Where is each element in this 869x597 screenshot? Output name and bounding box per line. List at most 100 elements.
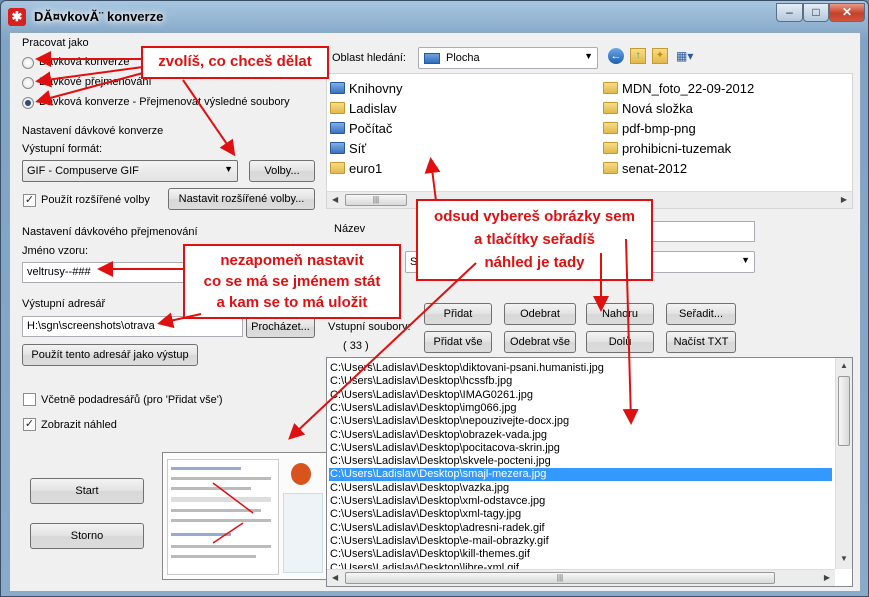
dropdown-arrow-icon: ▼: [741, 255, 750, 265]
lookin-select[interactable]: Plocha ▼: [418, 47, 598, 69]
window-title: DĂ¤vkovĂ¨ konverze: [34, 9, 164, 24]
source-file-row[interactable]: C:\Users\Ladislav\Desktop\skvele-pocteni…: [329, 455, 832, 468]
network-icon: [330, 142, 345, 154]
scroll-left-icon[interactable]: ◀: [332, 573, 338, 582]
browser-item-label: senat-2012: [622, 161, 688, 176]
source-file-row[interactable]: C:\Users\Ladislav\Desktop\xml-odstavce.j…: [329, 495, 832, 508]
load-txt-button[interactable]: Načíst TXT: [666, 331, 736, 353]
minimize-button[interactable]: –: [776, 3, 803, 22]
filename-input[interactable]: [645, 221, 755, 242]
output-dir-label: Výstupní adresář: [22, 298, 106, 310]
cancel-button[interactable]: Storno: [30, 523, 144, 549]
browser-item[interactable]: Nová složka: [603, 100, 693, 118]
lookin-label: Oblast hledání:: [332, 52, 406, 64]
source-file-row[interactable]: C:\Users\Ladislav\Desktop\diktovani-psan…: [329, 362, 832, 375]
source-file-row[interactable]: C:\Users\Ladislav\Desktop\adresni-radek.…: [329, 522, 832, 535]
annotation-line: náhled je tady: [484, 254, 585, 271]
browser-item[interactable]: MDN_foto_22-09-2012: [603, 80, 754, 98]
format-select-value: GIF - Compuserve GIF: [27, 165, 139, 177]
browse-button[interactable]: Procházet...: [246, 316, 315, 338]
preview-checkbox[interactable]: ✓: [23, 418, 36, 431]
source-file-row[interactable]: C:\Users\Ladislav\Desktop\pocitacova-skr…: [329, 442, 832, 455]
title-bar[interactable]: ✱ DĂ¤vkovĂ¨ konverze – □ ✕: [1, 1, 868, 33]
format-options-button[interactable]: Volby...: [249, 160, 315, 182]
folder-icon: [603, 102, 618, 114]
maximize-button[interactable]: □: [803, 3, 829, 22]
source-file-row[interactable]: C:\Users\Ladislav\Desktop\IMAG0261.jpg: [329, 389, 832, 402]
browser-item-label: Počítač: [349, 121, 393, 136]
user-folder-icon: [330, 102, 345, 114]
browser-item[interactable]: Počítač: [330, 120, 392, 138]
file-browser-list[interactable]: Knihovny Ladislav Počítač Síť euro1 MDN_…: [326, 73, 853, 209]
radio-convert-and-rename-label: Dávková konverze - Přejmenovat výsledné …: [39, 96, 290, 108]
browser-item[interactable]: prohibicni-tuzemak: [603, 140, 731, 158]
source-file-row[interactable]: C:\Users\Ladislav\Desktop\nepouzivejte-d…: [329, 415, 832, 428]
add-all-button[interactable]: Přidat vše: [424, 331, 492, 353]
scroll-thumb[interactable]: |||: [345, 194, 407, 206]
format-select[interactable]: GIF - Compuserve GIF ▼: [22, 160, 238, 182]
up-folder-icon[interactable]: ↑: [630, 48, 646, 64]
list-hscrollbar[interactable]: ◀ ||| ▶: [327, 569, 835, 586]
source-file-row[interactable]: C:\Users\Ladislav\Desktop\obrazek-vada.j…: [329, 429, 832, 442]
mode-group-title: Pracovat jako: [22, 37, 89, 49]
move-up-button[interactable]: Nahoru: [586, 303, 654, 325]
image-preview: [162, 452, 329, 580]
source-file-row[interactable]: C:\Users\Ladislav\Desktop\xml-tagy.jpg: [329, 508, 832, 521]
app-logo-icon: ✱: [8, 8, 26, 26]
browser-item[interactable]: pdf-bmp-png: [603, 120, 696, 138]
folder-icon: [603, 162, 618, 174]
view-menu-icon[interactable]: ▦▾: [676, 48, 702, 64]
browser-item-label: prohibicni-tuzemak: [622, 141, 732, 156]
back-icon[interactable]: ←: [608, 48, 624, 64]
preview-arrows: [212, 482, 254, 544]
remove-all-button[interactable]: Odebrat vše: [504, 331, 576, 353]
new-folder-icon[interactable]: ✦: [652, 48, 668, 64]
annotation-line: a kam se to má uložit: [216, 294, 368, 311]
source-files-list[interactable]: C:\Users\Ladislav\Desktop\diktovani-psan…: [326, 357, 853, 587]
subdirs-checkbox[interactable]: [23, 393, 36, 406]
scroll-thumb[interactable]: |||: [345, 572, 775, 584]
preview-label: Zobrazit náhled: [41, 419, 117, 431]
use-output-dir-button[interactable]: Použít tento adresář jako výstup: [22, 344, 198, 366]
source-file-row[interactable]: C:\Users\Ladislav\Desktop\hcssfb.jpg: [329, 375, 832, 388]
scroll-thumb[interactable]: [838, 376, 850, 446]
source-file-row[interactable]: C:\Users\Ladislav\Desktop\e-mail-obrazky…: [329, 535, 832, 548]
scroll-up-icon[interactable]: ▲: [840, 361, 848, 370]
scroll-right-icon[interactable]: ▶: [824, 573, 830, 582]
radio-batch-convert[interactable]: [22, 57, 34, 69]
main-window: ✱ DĂ¤vkovĂ¨ konverze – □ ✕ Pracovat jako…: [0, 0, 869, 597]
dropdown-arrow-icon: ▼: [584, 51, 593, 61]
close-button[interactable]: ✕: [829, 3, 865, 22]
folder-icon: [603, 122, 618, 134]
advanced-options-label: Použít rozšířené volby: [41, 194, 150, 206]
source-file-row[interactable]: C:\Users\Ladislav\Desktop\img066.jpg: [329, 402, 832, 415]
browser-item[interactable]: euro1: [330, 160, 382, 178]
scroll-left-icon[interactable]: ◀: [332, 195, 338, 204]
browser-item[interactable]: Ladislav: [330, 100, 397, 118]
browser-item-label: MDN_foto_22-09-2012: [622, 81, 755, 96]
remove-button[interactable]: Odebrat: [504, 303, 576, 325]
sort-button[interactable]: Seřadit...: [666, 303, 736, 325]
scroll-down-icon[interactable]: ▼: [840, 554, 848, 563]
add-button[interactable]: Přidat: [424, 303, 492, 325]
radio-batch-rename[interactable]: [22, 77, 34, 89]
output-dir-input[interactable]: H:\sgn\screenshots\otrava: [22, 316, 243, 337]
browser-item[interactable]: Síť: [330, 140, 366, 158]
source-files-label: Vstupní soubory:: [328, 321, 411, 333]
radio-batch-rename-label: Dávkové přejmenování: [39, 76, 152, 88]
source-file-row[interactable]: C:\Users\Ladislav\Desktop\kill-themes.gi…: [329, 548, 832, 561]
radio-convert-and-rename[interactable]: [22, 97, 34, 109]
start-button[interactable]: Start: [30, 478, 144, 504]
subdirs-label: Včetně podadresářů (pro 'Přidat vše'): [41, 394, 223, 406]
advanced-settings-button[interactable]: Nastavit rozšířené volby...: [168, 188, 315, 210]
browser-item[interactable]: Knihovny: [330, 80, 402, 98]
source-file-row[interactable]: C:\Users\Ladislav\Desktop\vazka.jpg: [329, 482, 832, 495]
scroll-right-icon[interactable]: ▶: [841, 195, 847, 204]
annotation-line: co se má se jménem stát: [203, 273, 381, 290]
source-file-row[interactable]: C:\Users\Ladislav\Desktop\smajl-mezera.j…: [329, 468, 832, 482]
list-vscrollbar[interactable]: ▲ ▼: [835, 358, 852, 569]
annotation-line: a tlačítky seřadíš: [474, 231, 595, 248]
browser-item[interactable]: senat-2012: [603, 160, 687, 178]
move-down-button[interactable]: Dolů: [586, 331, 654, 353]
advanced-options-checkbox[interactable]: ✓: [23, 194, 36, 207]
